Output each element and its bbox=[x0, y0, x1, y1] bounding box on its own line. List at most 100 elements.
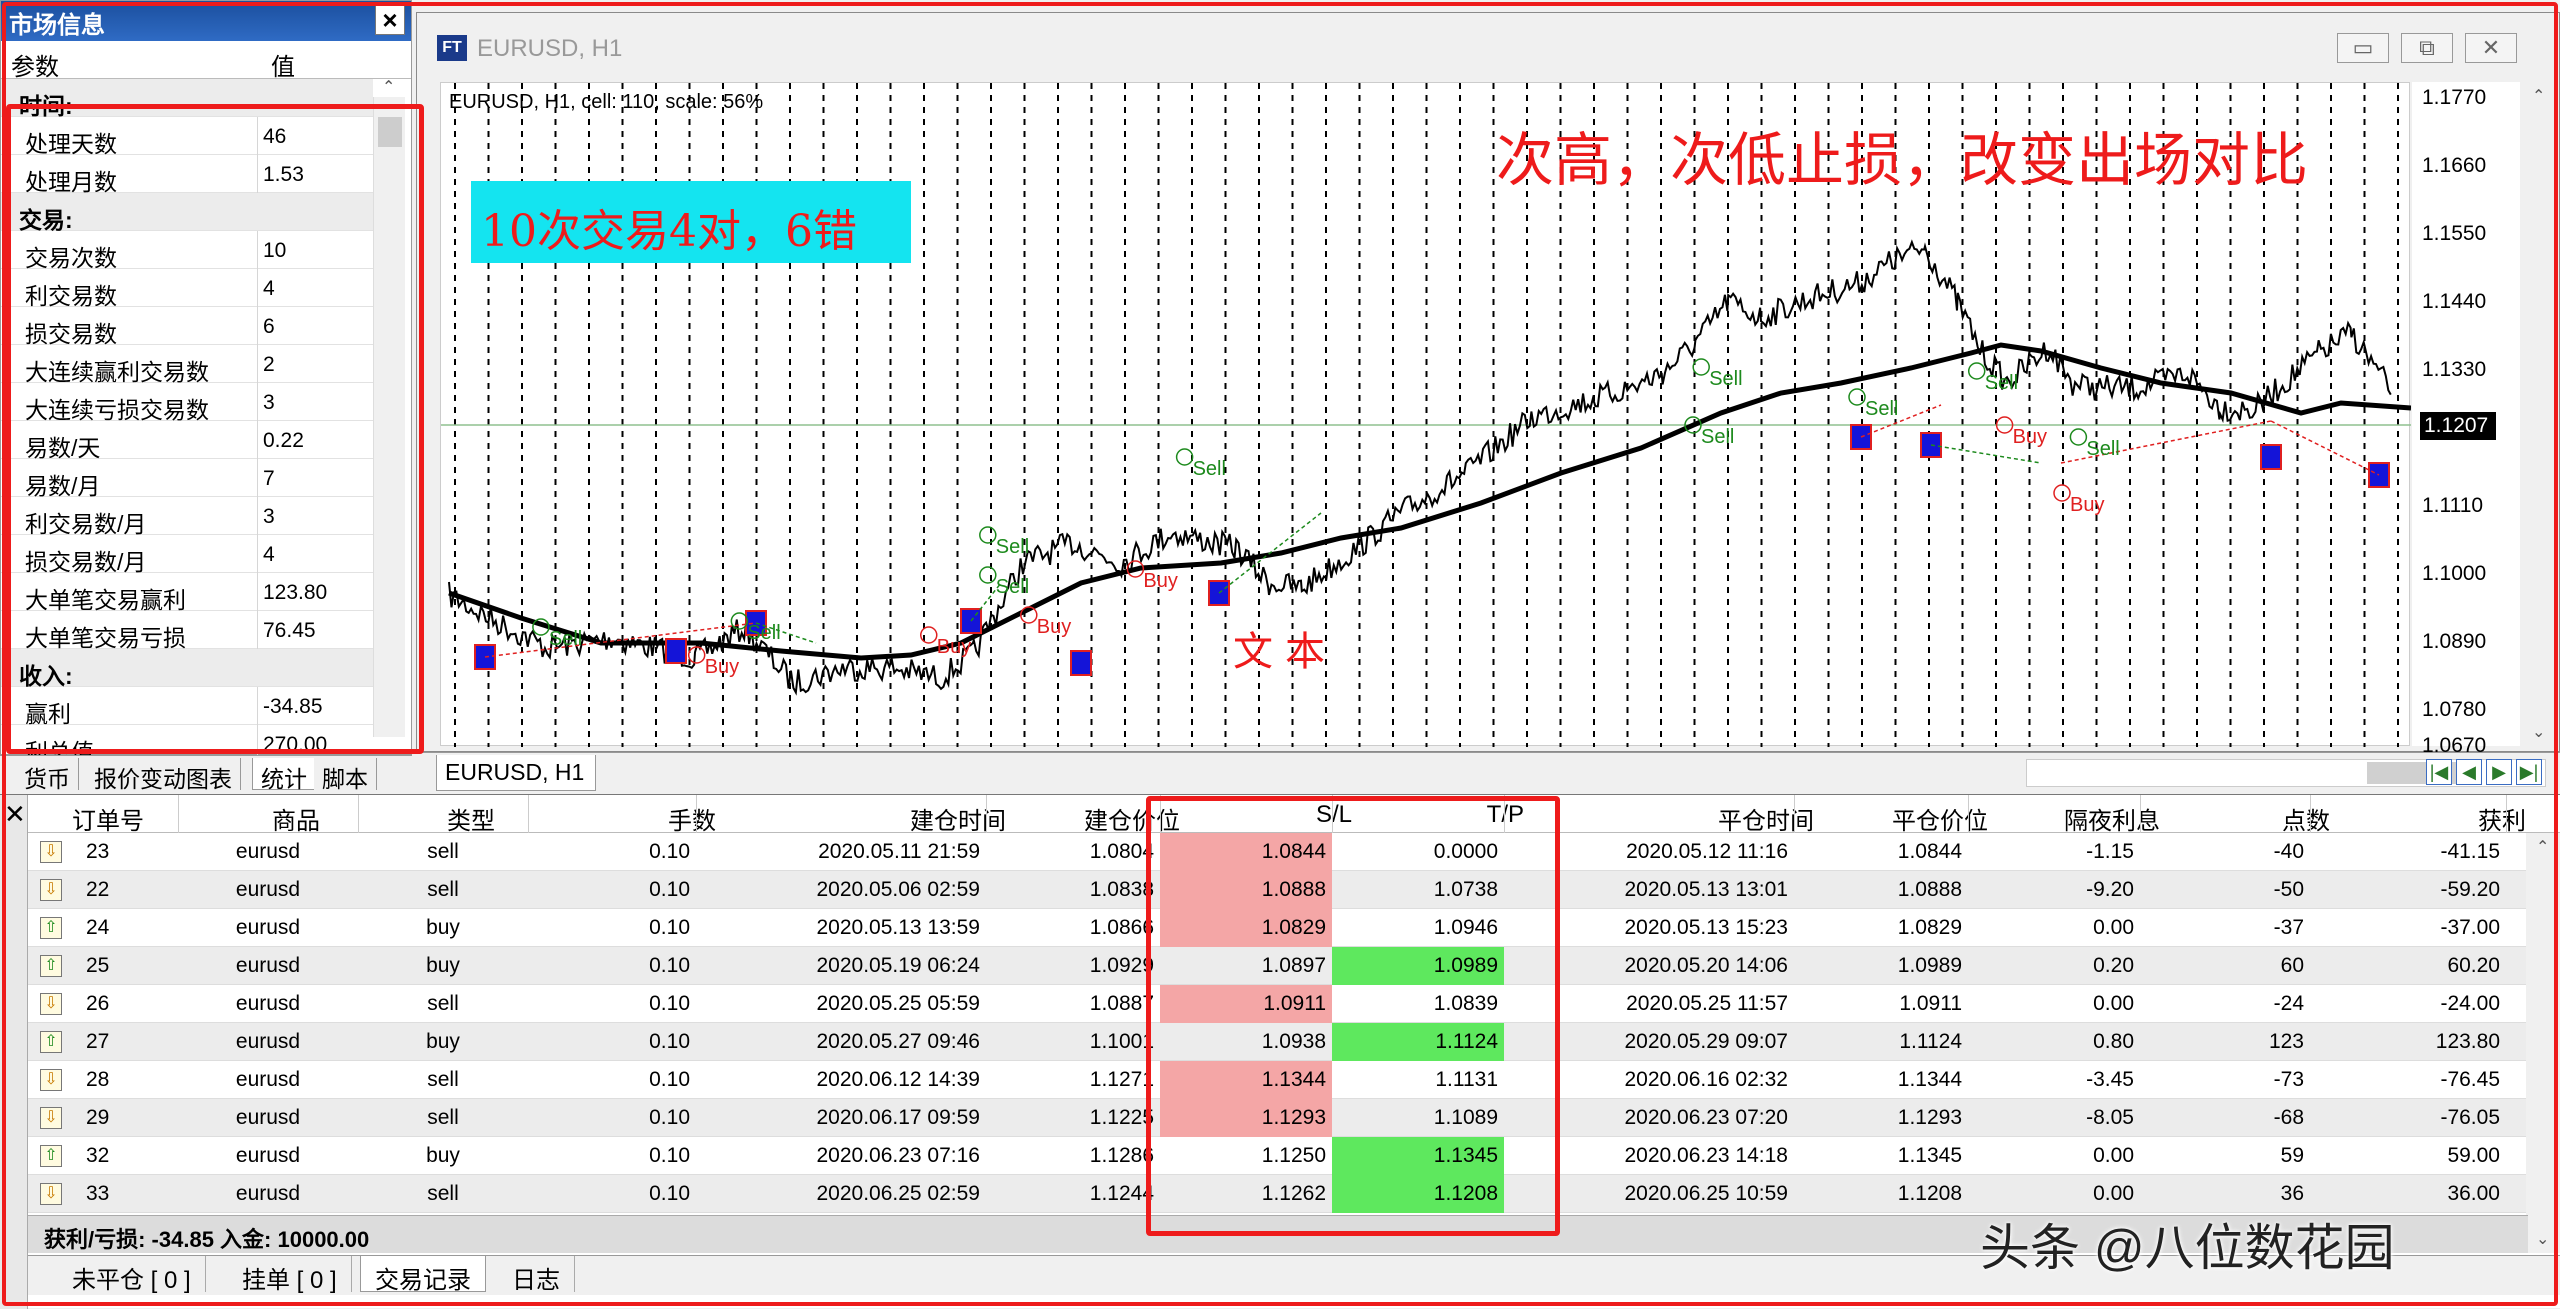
tab-open-positions[interactable]: 未平仓 [ 0 ] bbox=[58, 1256, 206, 1294]
cell-sym: eurusd bbox=[235, 1144, 301, 1167]
table-row[interactable]: ⇧ 25 eurusd buy 0.10 2020.05.19 06:24 1.0929 1.… bbox=[28, 947, 2528, 985]
cell-open-time: 2020.06.25 02:59 bbox=[816, 1182, 981, 1205]
trade-marker[interactable] bbox=[1070, 650, 1092, 676]
column-header[interactable]: 点数 bbox=[2168, 801, 2330, 836]
tab-account-history[interactable]: 交易记录 bbox=[360, 1256, 486, 1294]
trade-marker[interactable] bbox=[2260, 444, 2282, 470]
table-row[interactable]: ⇩ 28 eurusd sell 0.10 2020.06.12 14:39 1.1271 1… bbox=[28, 1061, 2528, 1099]
column-header[interactable]: 隔夜利息 bbox=[1996, 801, 2160, 836]
column-header[interactable]: 平仓时间 bbox=[1532, 801, 1814, 836]
stat-row[interactable]: 交易次数 10 bbox=[1, 231, 373, 271]
column-header[interactable]: 手数 bbox=[556, 801, 716, 836]
header-param[interactable]: 参数 bbox=[11, 47, 59, 82]
cell-close-time: 2020.06.16 02:32 bbox=[1624, 1068, 1789, 1091]
cell-open-price: 1.0804 bbox=[1089, 840, 1154, 863]
chart-vertical-scrollbar[interactable]: ⌃ ⌄ bbox=[2522, 82, 2558, 746]
trade-exit-circle bbox=[979, 566, 997, 584]
table-row[interactable]: ⇩ 22 eurusd sell 0.10 2020.05.06 02:59 1.0838 1… bbox=[28, 871, 2528, 909]
stat-section[interactable]: 交易: bbox=[1, 193, 373, 233]
cell-profit: 59.00 bbox=[2447, 1144, 2500, 1167]
column-header[interactable]: 获利 bbox=[2338, 801, 2526, 836]
cell-open-price: 1.1225 bbox=[1089, 1106, 1154, 1129]
trade-label: Sell bbox=[747, 622, 780, 644]
chevron-up-icon[interactable]: ⌃ bbox=[2532, 86, 2545, 106]
tab-statistics[interactable]: 统计 bbox=[252, 758, 316, 792]
stat-row[interactable]: 赢利 -34.85 bbox=[1, 687, 373, 727]
tab-eurusd-h1[interactable]: EURUSD, H1 bbox=[436, 755, 596, 791]
cell-swap: 0.00 bbox=[2093, 992, 2134, 1015]
stat-row[interactable]: 利交易数 4 bbox=[1, 269, 373, 309]
price-chart[interactable]: Sell Buy Sell Sell Buy Buy Sell Buy Sell Sell Sell… bbox=[440, 82, 2412, 747]
table-row[interactable]: ⇧ 27 eurusd buy 0.10 2020.05.27 09:46 1.1001 1.… bbox=[28, 1023, 2528, 1061]
history-table-header: 订单号 商品 类型 手数 建仓时间 建仓价位 S/L T/P 平仓时间 平仓价位 隔夜利息 点数 获利 bbox=[28, 795, 2560, 836]
maximize-button[interactable]: ⧉ bbox=[2401, 33, 2453, 63]
cell-profit: -76.05 bbox=[2440, 1106, 2500, 1129]
table-row[interactable]: ⇧ 24 eurusd buy 0.10 2020.05.13 13:59 1.0866 1.… bbox=[28, 909, 2528, 947]
market-info-scrollbar[interactable]: ⌃ bbox=[373, 79, 405, 737]
tab-scripts[interactable]: 脚本 bbox=[314, 758, 377, 792]
stat-row[interactable]: 易数/月 7 bbox=[1, 459, 373, 499]
column-header[interactable]: 类型 bbox=[386, 801, 556, 836]
chart-window-titlebar[interactable]: FT EURUSD, H1 ▭ ⧉ ✕ bbox=[417, 13, 2559, 69]
column-header[interactable]: 建仓时间 bbox=[724, 801, 1006, 836]
header-value[interactable]: 值 bbox=[271, 47, 295, 82]
chevron-down-icon[interactable]: ⌄ bbox=[2532, 722, 2545, 742]
cell-close-time: 2020.05.13 15:23 bbox=[1624, 916, 1789, 939]
column-header[interactable]: 建仓价位 bbox=[1014, 801, 1180, 836]
cell-tp: 1.1089 bbox=[1433, 1106, 1498, 1129]
chevron-down-icon[interactable]: ⌄ bbox=[2536, 1229, 2549, 1249]
nav-first-button[interactable]: |◀ bbox=[2426, 759, 2452, 785]
column-header[interactable]: S/L bbox=[1188, 801, 1352, 829]
nav-last-button[interactable]: ▶| bbox=[2516, 759, 2542, 785]
stat-row[interactable]: 易数/天 0.22 bbox=[1, 421, 373, 461]
stat-row[interactable]: 利交易数/月 3 bbox=[1, 497, 373, 537]
stat-key: 时间: bbox=[19, 93, 73, 119]
tab-tick-chart[interactable]: 报价变动图表 bbox=[86, 758, 241, 792]
cell-sl: 1.1293 bbox=[1160, 1099, 1332, 1137]
stat-section[interactable]: 时间: bbox=[1, 79, 373, 119]
stat-row[interactable]: 大单笔交易赢利 123.80 bbox=[1, 573, 373, 613]
table-row[interactable]: ⇧ 32 eurusd buy 0.10 2020.06.23 07:16 1.1286 1.… bbox=[28, 1137, 2528, 1175]
cell-close-time: 2020.06.23 14:18 bbox=[1624, 1144, 1789, 1167]
table-row[interactable]: ⇩ 26 eurusd sell 0.10 2020.05.25 05:59 1.0887 1… bbox=[28, 985, 2528, 1023]
table-row[interactable]: ⇩ 23 eurusd sell 0.10 2020.05.11 21:59 1.0804 1… bbox=[28, 833, 2528, 871]
cell-type: sell bbox=[427, 878, 459, 901]
stat-key: 损交易数 bbox=[25, 321, 117, 347]
chevron-up-icon[interactable]: ⌃ bbox=[2536, 837, 2549, 857]
nav-next-button[interactable]: ▶ bbox=[2486, 759, 2512, 785]
cell-swap: 0.20 bbox=[2093, 954, 2134, 977]
minimize-button[interactable]: ▭ bbox=[2337, 33, 2389, 63]
tab-journal[interactable]: 日志 bbox=[498, 1256, 575, 1294]
stat-row[interactable]: 大连续亏损交易数 3 bbox=[1, 383, 373, 423]
tab-currency[interactable]: 货币 bbox=[16, 758, 79, 792]
close-icon[interactable]: × bbox=[375, 5, 405, 35]
stat-row[interactable]: 损交易数 6 bbox=[1, 307, 373, 347]
column-header[interactable]: 平仓价位 bbox=[1822, 801, 1988, 836]
terminal-vertical-scrollbar[interactable]: ⌃ ⌄ bbox=[2526, 833, 2560, 1253]
trade-marker[interactable] bbox=[665, 638, 687, 664]
stat-row[interactable]: 大单笔交易亏损 76.45 bbox=[1, 611, 373, 651]
column-header[interactable]: 商品 bbox=[206, 801, 386, 836]
nav-prev-button[interactable]: ◀ bbox=[2456, 759, 2482, 785]
stat-section[interactable]: 收入: bbox=[1, 649, 373, 689]
stat-row[interactable]: 处理月数 1.53 bbox=[1, 155, 373, 195]
chart-nav-buttons: |◀ ◀ ▶ ▶| bbox=[2426, 759, 2556, 787]
stat-row[interactable]: 处理天数 46 bbox=[1, 117, 373, 157]
stat-row[interactable]: 损交易数/月 4 bbox=[1, 535, 373, 575]
close-icon[interactable]: ✕ bbox=[4, 799, 26, 830]
column-header[interactable]: 订单号 bbox=[72, 801, 144, 836]
column-header[interactable]: T/P bbox=[1360, 801, 1524, 829]
table-row[interactable]: ⇩ 29 eurusd sell 0.10 2020.06.17 09:59 1.1225 1… bbox=[28, 1099, 2528, 1137]
chevron-up-icon[interactable]: ⌃ bbox=[382, 77, 395, 97]
cell-close-time: 2020.06.25 10:59 bbox=[1624, 1182, 1789, 1205]
scroll-thumb[interactable] bbox=[378, 117, 402, 147]
stat-key: 大连续亏损交易数 bbox=[25, 397, 209, 423]
cell-open-price: 1.0887 bbox=[1089, 992, 1154, 1015]
stat-row[interactable]: 大连续赢利交易数 2 bbox=[1, 345, 373, 385]
stat-value: 2 bbox=[263, 353, 275, 376]
cell-profit: -76.45 bbox=[2440, 1068, 2500, 1091]
close-button[interactable]: ✕ bbox=[2465, 33, 2517, 63]
tab-pending-orders[interactable]: 挂单 [ 0 ] bbox=[228, 1256, 352, 1294]
cell-sl: 1.0844 bbox=[1160, 833, 1332, 871]
annotation-mid: 文本 bbox=[1233, 629, 1337, 675]
